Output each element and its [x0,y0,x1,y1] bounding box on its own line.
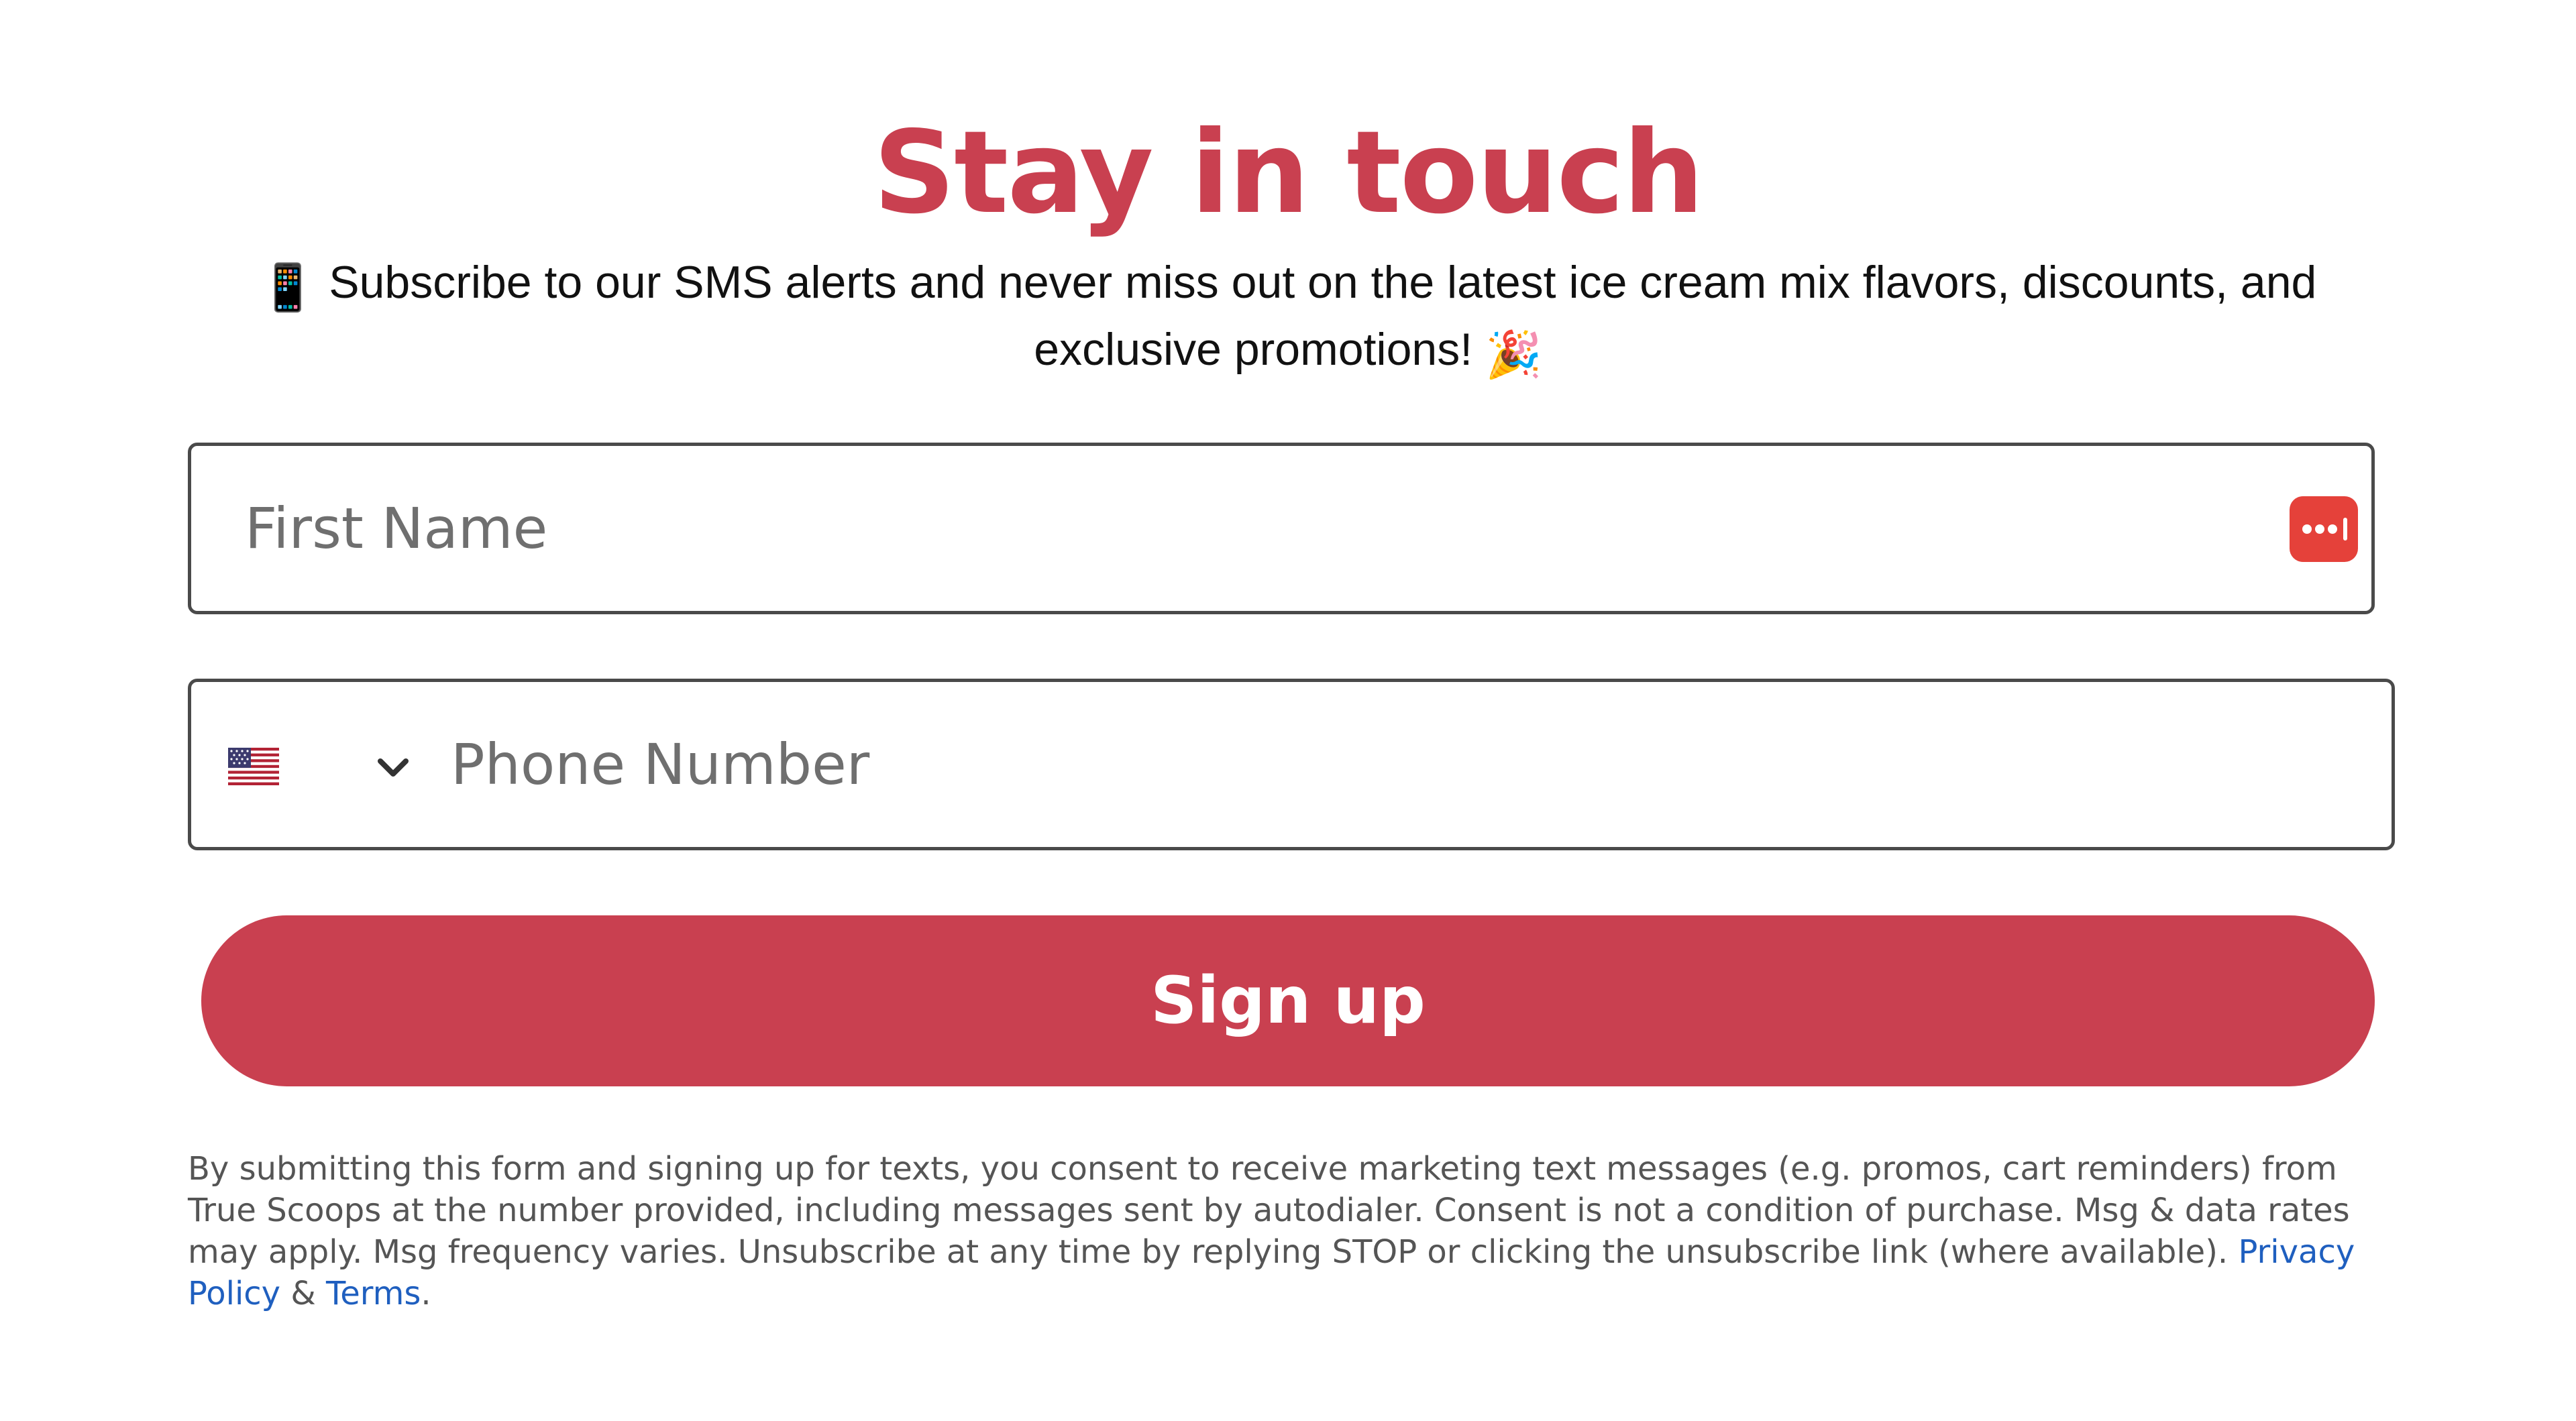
subtitle-text: Subscribe to our SMS alerts and never mi… [329,257,2317,375]
party-popper-icon: 🎉 [1485,329,1542,380]
first-name-placeholder: First Name [245,496,548,561]
password-manager-icon[interactable] [2290,496,2358,562]
chevron-down-icon[interactable] [372,746,414,788]
subtitle: 📱 Subscribe to our SMS alerts and never … [168,251,2408,386]
page-title: Stay in touch [873,107,1705,239]
mobile-phone-icon: 📱 [259,262,317,313]
disclaimer-period: . [421,1275,431,1312]
consent-disclaimer: By submitting this form and signing up f… [188,1148,2402,1314]
disclaimer-ampersand: & [290,1275,316,1312]
terms-link[interactable]: Terms [326,1275,421,1312]
us-flag-icon[interactable] [228,748,279,785]
phone-number-field[interactable]: Phone Number [188,679,2395,850]
phone-number-placeholder: Phone Number [451,732,870,797]
sign-up-button[interactable]: Sign up [201,915,2375,1086]
disclaimer-text: By submitting this form and signing up f… [188,1150,2350,1271]
first-name-field[interactable]: First Name [188,443,2375,614]
